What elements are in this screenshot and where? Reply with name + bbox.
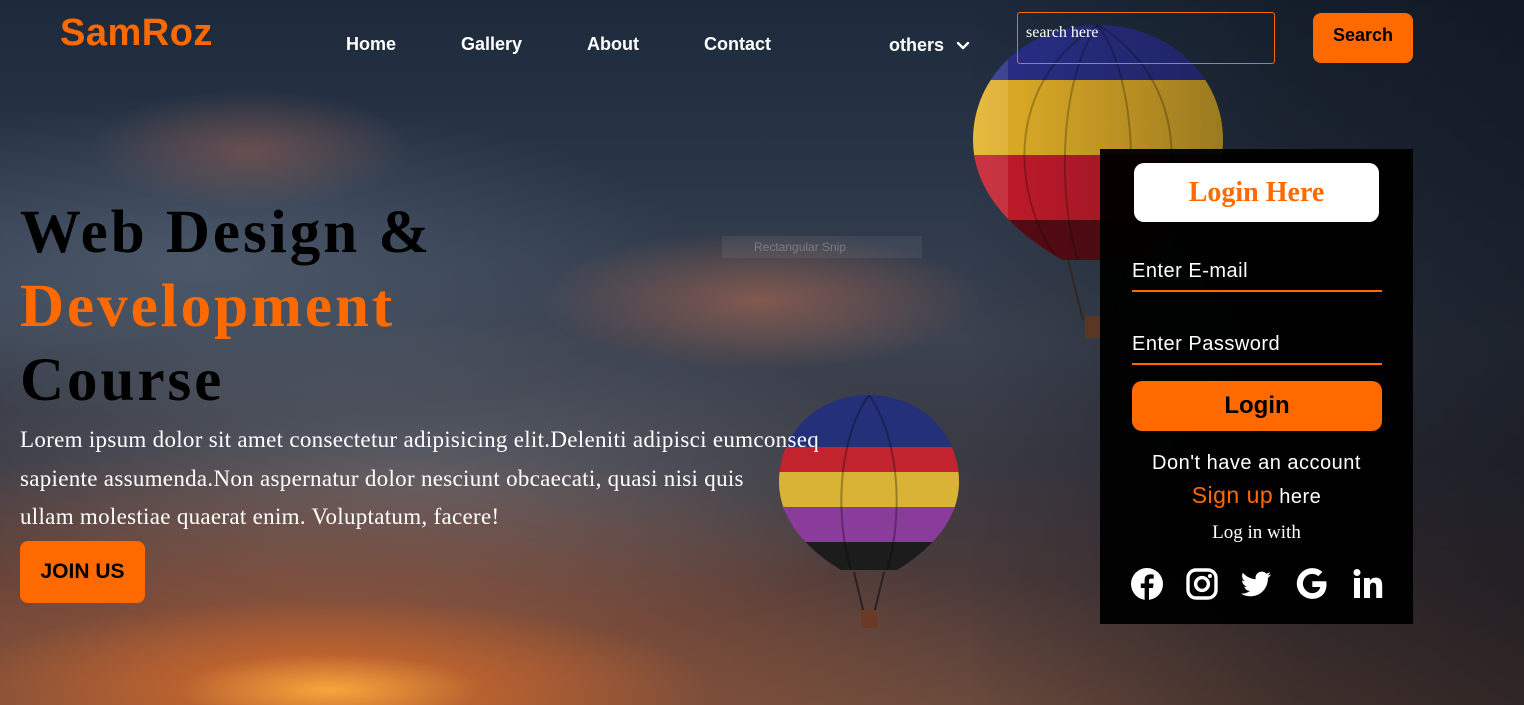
brand-logo[interactable]: SamRoz bbox=[60, 12, 213, 55]
nav-others-label: others bbox=[889, 35, 945, 55]
twitter-icon[interactable] bbox=[1239, 567, 1273, 601]
login-with-label: Log in with bbox=[1212, 522, 1301, 543]
hero-title: Web Design & Development Course bbox=[20, 196, 432, 418]
search-input[interactable] bbox=[1017, 12, 1275, 64]
nav-contact[interactable]: Contact bbox=[704, 34, 771, 55]
login-button[interactable]: Login bbox=[1132, 381, 1382, 431]
login-panel: Login Here Login Don't have an account S… bbox=[1100, 149, 1413, 624]
hero-title-line3: Course bbox=[20, 347, 225, 414]
password-field[interactable] bbox=[1132, 325, 1382, 365]
hero-description: Lorem ipsum dolor sit amet consectetur a… bbox=[20, 421, 980, 537]
signup-link[interactable]: Sign up bbox=[1192, 482, 1274, 508]
google-icon[interactable] bbox=[1295, 567, 1329, 601]
hero-title-line2: Development bbox=[20, 273, 396, 340]
facebook-icon[interactable] bbox=[1130, 567, 1164, 601]
login-heading: Login Here bbox=[1134, 163, 1379, 222]
background-snip-artifact: Rectangular Snip bbox=[722, 236, 922, 258]
nav-home[interactable]: Home bbox=[346, 34, 396, 55]
hero-description-line1: Lorem ipsum dolor sit amet consectetur a… bbox=[20, 427, 820, 452]
signup-suffix: here bbox=[1273, 486, 1322, 508]
nav-others-dropdown[interactable]: others bbox=[889, 35, 970, 56]
search-button[interactable]: Search bbox=[1313, 13, 1413, 63]
hero-title-line1: Web Design & bbox=[20, 199, 433, 266]
signup-prompt: Don't have an account Sign up here bbox=[1100, 447, 1413, 513]
hero-description-line3: ullam molestiae quaerat enim. Voluptatum… bbox=[20, 504, 500, 529]
instagram-icon[interactable] bbox=[1185, 567, 1219, 601]
email-field[interactable] bbox=[1132, 252, 1382, 292]
hero-description-line2: sapiente assumenda.Non aspernatur dolor … bbox=[20, 465, 744, 491]
join-us-button[interactable]: JOIN US bbox=[20, 541, 145, 603]
nav-gallery[interactable]: Gallery bbox=[461, 34, 522, 55]
nav-about[interactable]: About bbox=[587, 34, 639, 55]
no-account-text: Don't have an account bbox=[1152, 452, 1361, 474]
chevron-down-icon bbox=[956, 41, 970, 49]
linkedin-icon[interactable] bbox=[1351, 567, 1385, 601]
